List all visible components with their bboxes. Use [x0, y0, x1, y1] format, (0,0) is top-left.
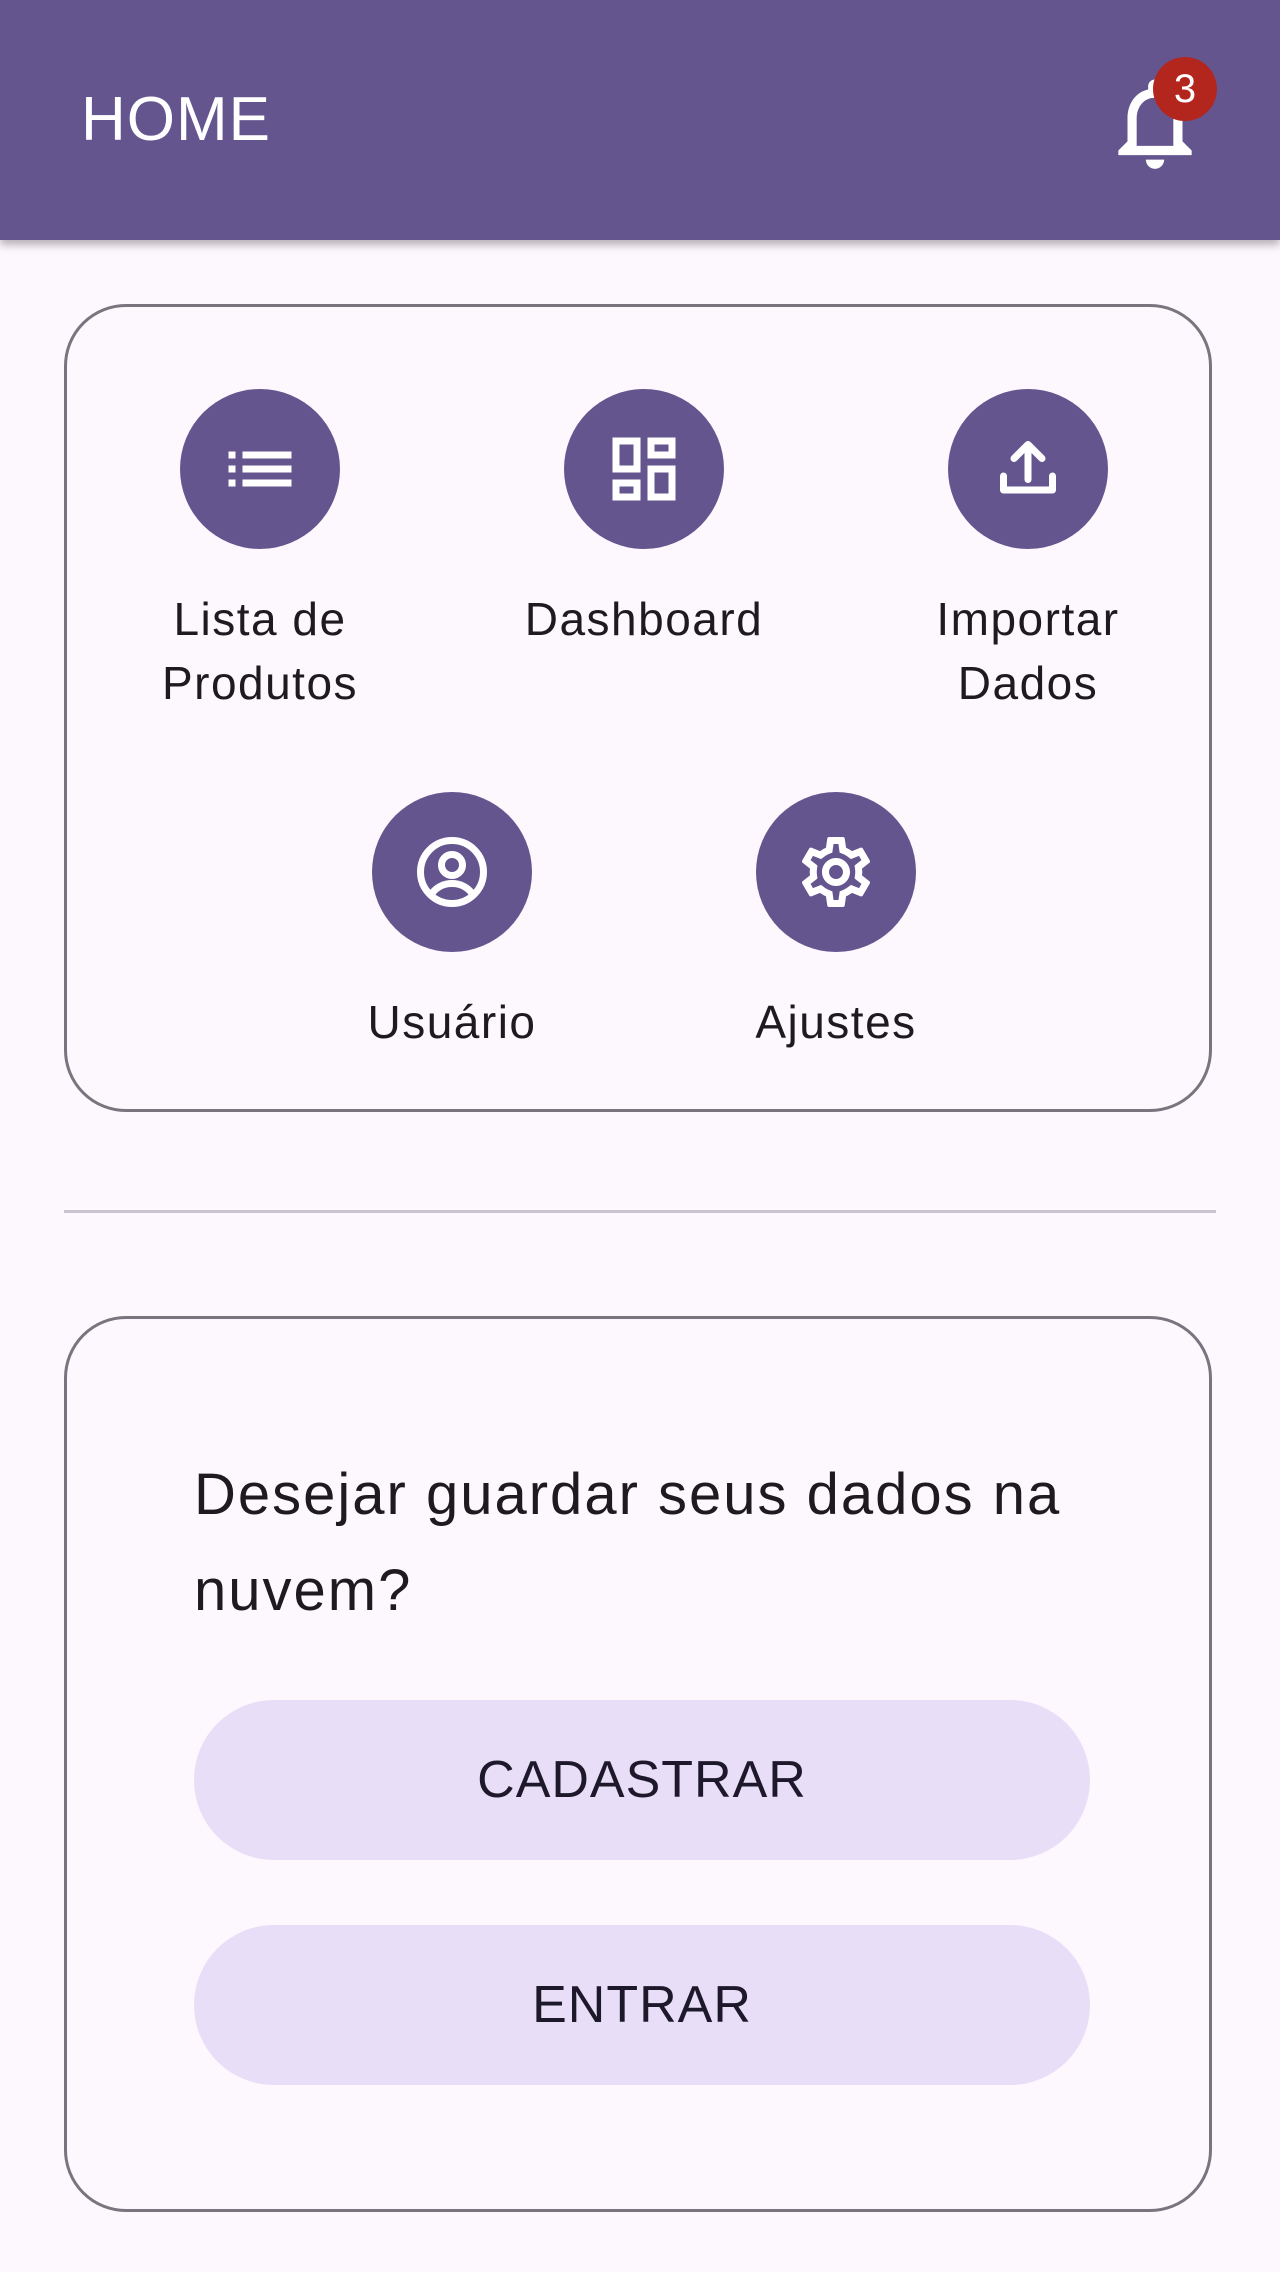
menu-item-icon-circle [948, 389, 1108, 549]
menu-item-user[interactable]: Usuário [302, 792, 602, 1054]
menu-item-icon-circle [372, 792, 532, 952]
gear-icon [801, 837, 871, 907]
cloud-card: Desejar guardar seus dados na nuvem? CAD… [64, 1316, 1212, 2212]
menu-item-settings[interactable]: Ajustes [686, 792, 986, 1054]
menu-item-label: Dashboard [524, 593, 764, 645]
menu-item-icon-circle [756, 792, 916, 952]
menu-item-import-data[interactable]: Importar Dados [878, 389, 1178, 715]
list-icon [228, 451, 292, 487]
cloud-question: Desejar guardar seus dados na nuvem? [194, 1462, 1062, 1623]
login-button[interactable]: ENTRAR [194, 1925, 1090, 2085]
menu-item-label: Lista de Produtos [161, 593, 359, 709]
menu-item-icon-circle [564, 389, 724, 549]
notifications-button[interactable]: 3 [1100, 57, 1217, 178]
menu-item-label: Usuário [367, 996, 537, 1048]
menu-item-label: Ajustes [755, 996, 917, 1048]
account-circle-icon [417, 837, 487, 907]
page-title: HOME [81, 85, 271, 154]
upload-icon [1000, 441, 1056, 494]
register-button[interactable]: CADASTRAR [194, 1700, 1090, 1860]
dashboard-icon [612, 437, 676, 501]
divider [64, 1210, 1216, 1213]
notification-badge: 3 [1153, 57, 1217, 121]
menu-item-label: Importar Dados [936, 593, 1120, 709]
menu-item-product-list[interactable]: Lista de Produtos [110, 389, 410, 715]
app-bar: HOME 3 [0, 0, 1280, 240]
menu-item-dashboard[interactable]: Dashboard [494, 389, 794, 651]
menu-item-icon-circle [180, 389, 340, 549]
menu-card: Lista de Produtos Dashboard Importar Dad… [64, 304, 1212, 1112]
